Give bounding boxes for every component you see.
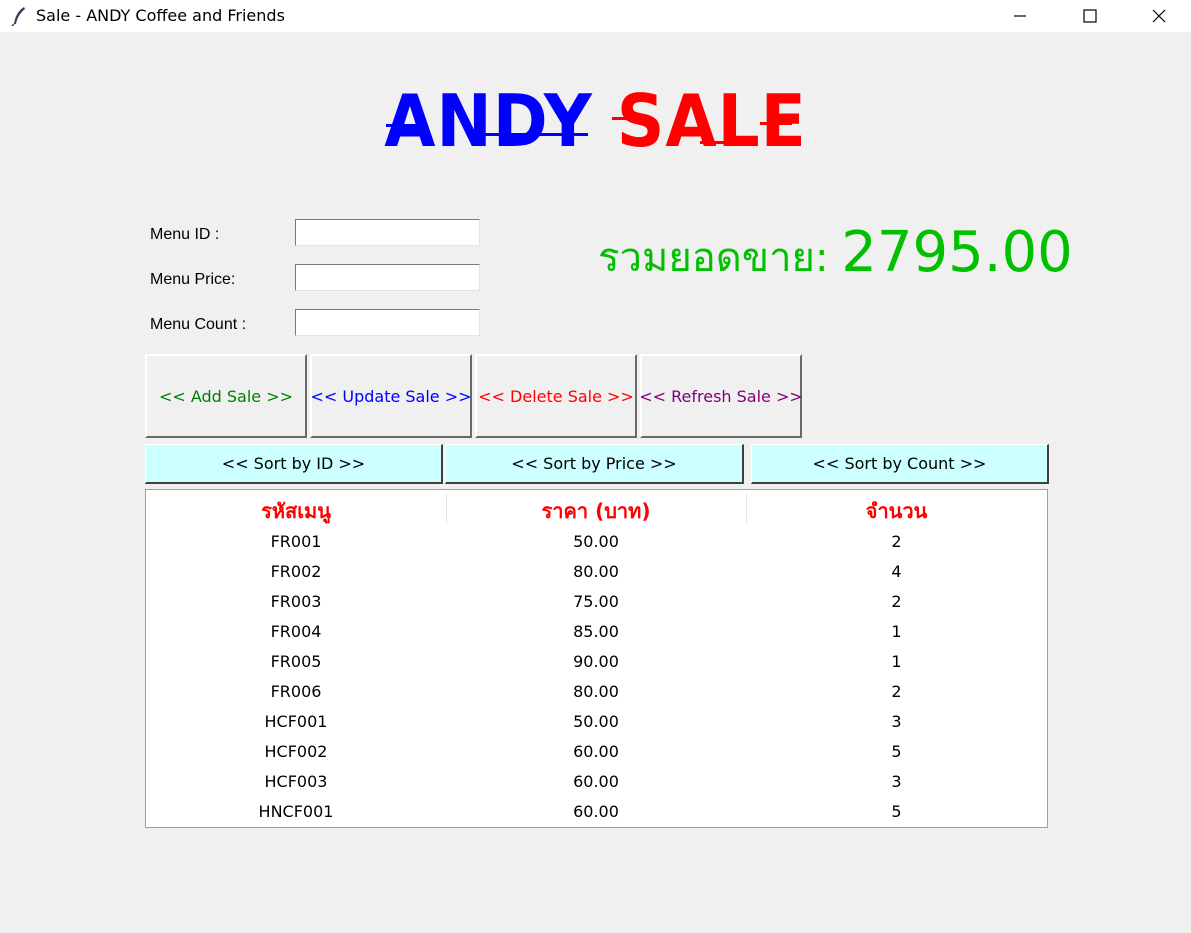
column-header-price[interactable]: ราคา (บาท) [446,490,746,526]
menu-count-input[interactable] [295,309,480,336]
cell-count: 5 [891,742,902,761]
column-header-count[interactable]: จำนวน [746,490,1047,526]
cell-menu-id: HCF003 [264,772,328,791]
minimize-button[interactable] [988,0,1052,32]
cell-price: 50.00 [573,532,619,551]
cell-menu-id: FR003 [270,592,322,611]
cell-price: 50.00 [573,712,619,731]
cell-price: 85.00 [573,622,619,641]
menu-count-label: Menu Count : [150,316,247,333]
cell-menu-id: FR005 [270,652,322,671]
logo-glitch-line [386,124,426,127]
cell-count: 1 [891,652,902,671]
table-row[interactable]: FR002 80.00 4 [146,557,1047,587]
cell-price: 75.00 [573,592,619,611]
menu-id-label: Menu ID : [150,226,220,243]
table-row[interactable]: FR005 90.00 1 [146,647,1047,677]
menu-price-label: Menu Price: [150,271,236,288]
cell-price: 60.00 [573,802,619,821]
title-bar: Sale - ANDY Coffee and Friends [0,0,1191,32]
cell-count: 3 [891,772,902,791]
sort-by-count-button[interactable]: << Sort by Count >> [751,444,1049,484]
cell-menu-id: FR004 [270,622,322,641]
cell-price: 60.00 [573,772,619,791]
total-sales-label: รวมยอดขาย: [598,235,842,281]
cell-price: 80.00 [573,682,619,701]
column-header-menu-id[interactable]: รหัสเมนู [146,490,446,526]
minimize-icon [1014,15,1026,17]
table-row[interactable]: FR006 80.00 2 [146,677,1047,707]
table-row[interactable]: HCF002 60.00 5 [146,737,1047,767]
close-button[interactable] [1127,0,1191,32]
feather-icon [10,6,28,27]
cell-menu-id: FR006 [270,682,322,701]
cell-menu-id: HCF002 [264,742,328,761]
logo-andy-text: ANDY [384,79,593,163]
update-sale-button[interactable]: << Update Sale >> [310,354,472,438]
logo-glitch-line [470,133,588,136]
logo-glitch-line [612,117,642,120]
cell-count: 4 [891,562,902,581]
add-sale-button[interactable]: << Add Sale >> [145,354,307,438]
cell-count: 1 [891,622,902,641]
cell-menu-id: HNCF001 [258,802,334,821]
close-icon [1152,9,1166,23]
sales-table[interactable]: รหัสเมนู ราคา (บาท) จำนวน FR001 50.00 2 … [145,489,1048,828]
maximize-icon [1083,9,1097,23]
window-title: Sale - ANDY Coffee and Friends [36,6,285,25]
logo-glitch-line [760,122,792,125]
table-row[interactable]: HNCF001 60.00 5 [146,797,1047,827]
cell-menu-id: FR002 [270,562,322,581]
table-row[interactable]: FR001 50.00 2 [146,527,1047,557]
cell-count: 2 [891,532,902,551]
cell-menu-id: HCF001 [264,712,328,731]
table-row[interactable]: FR004 85.00 1 [146,617,1047,647]
sort-by-price-button[interactable]: << Sort by Price >> [445,444,744,484]
logo-sale-text: SALE [616,79,807,163]
cell-price: 80.00 [573,562,619,581]
delete-sale-button[interactable]: << Delete Sale >> [475,354,637,438]
cell-count: 2 [891,592,902,611]
cell-price: 90.00 [573,652,619,671]
total-sales: รวมยอดขาย: 2795.00 [598,220,1073,289]
menu-id-input[interactable] [295,219,480,246]
sort-by-id-button[interactable]: << Sort by ID >> [145,444,443,484]
table-row[interactable]: HCF001 50.00 3 [146,707,1047,737]
table-header: รหัสเมนู ราคา (บาท) จำนวน [146,490,1047,526]
cell-count: 5 [891,802,902,821]
cell-count: 2 [891,682,902,701]
cell-menu-id: FR001 [270,532,322,551]
table-row[interactable]: HCF003 60.00 3 [146,767,1047,797]
table-row[interactable]: FR003 75.00 2 [146,587,1047,617]
total-sales-value: 2795.00 [841,220,1073,285]
refresh-sale-button[interactable]: << Refresh Sale >> [639,354,803,438]
app-logo: ANDY SALE [48,78,1144,164]
menu-price-input[interactable] [295,264,480,291]
cell-count: 3 [891,712,902,731]
logo-glitch-line [700,141,748,144]
maximize-button[interactable] [1058,0,1122,32]
cell-price: 60.00 [573,742,619,761]
